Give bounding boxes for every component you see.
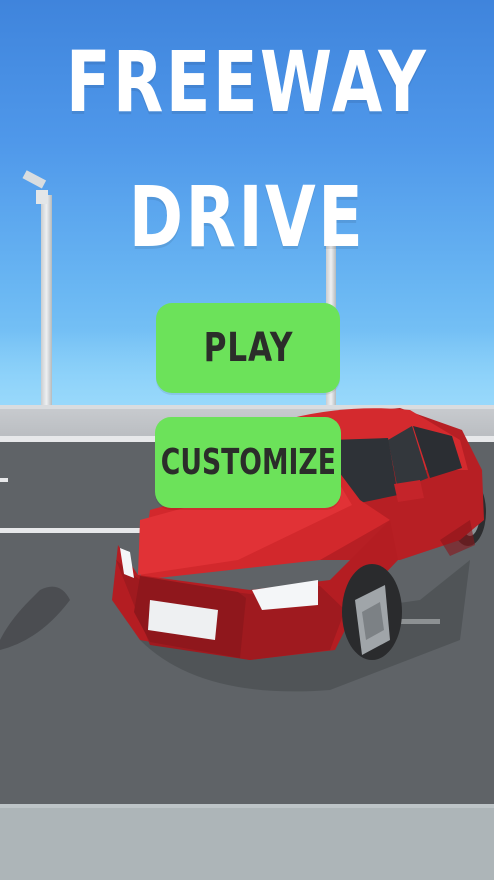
- play-button[interactable]: PLAY: [156, 303, 340, 393]
- play-button-label: PLAY: [203, 325, 293, 371]
- game-title-line1: FREEWAY: [65, 33, 429, 131]
- game-scene: FREEWAY DRIVE PLAY CUSTOMIZE: [0, 0, 494, 880]
- customize-button-label: CUSTOMIZE: [160, 442, 336, 483]
- game-title-line2: DRIVE: [128, 168, 366, 266]
- customize-button[interactable]: CUSTOMIZE: [155, 417, 341, 508]
